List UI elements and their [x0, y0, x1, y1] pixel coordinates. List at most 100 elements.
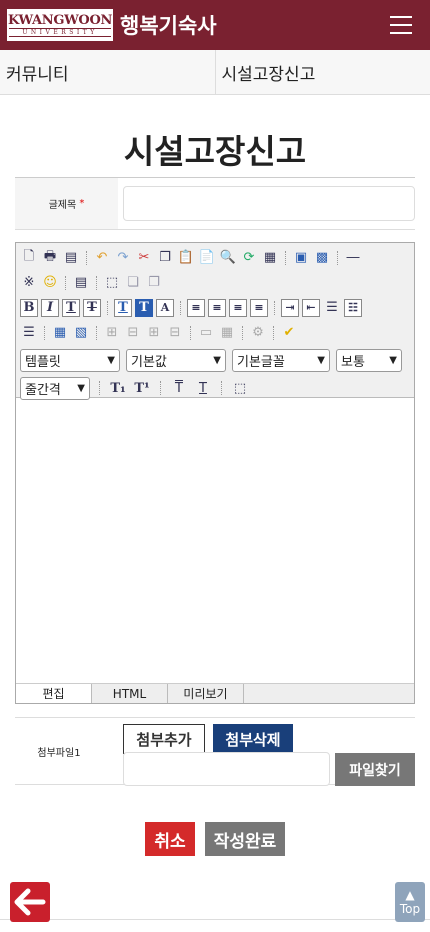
redo-icon[interactable]: ↷	[114, 249, 132, 267]
cell-split-icon[interactable]: ▦	[218, 324, 236, 342]
font-color-icon[interactable]: T	[114, 298, 132, 317]
replace-icon[interactable]: ⟳	[240, 249, 258, 267]
add-attachment-button[interactable]: 첨부추가	[123, 724, 205, 754]
nav-community[interactable]: 커뮤니티	[0, 50, 215, 94]
line-height-select[interactable]: 줄간격 ▼	[20, 376, 90, 400]
footer-divider	[0, 919, 430, 920]
table-insert-row-icon[interactable]: ⊞	[103, 324, 121, 342]
back-button[interactable]	[10, 882, 50, 922]
table-grid-icon[interactable]: ▩	[313, 249, 331, 267]
form-icon[interactable]: ▤	[72, 274, 90, 292]
top-label: Top	[399, 902, 421, 916]
horizontal-rule-icon[interactable]: ―	[344, 249, 362, 267]
hamburger-menu-icon[interactable]	[390, 16, 412, 34]
page-break-icon[interactable]: ▤	[62, 249, 80, 267]
unordered-list-icon[interactable]: ☰	[20, 324, 38, 342]
logo-subtext: UNIVERSITY	[9, 28, 111, 37]
indent-icon[interactable]: ⇥	[281, 298, 299, 317]
strikethrough-icon[interactable]: T	[83, 298, 101, 317]
submit-button[interactable]: 작성완료	[205, 822, 285, 856]
attachment-controls: 첨부추가 첨부삭제 파일찾기	[123, 718, 415, 786]
file-path-input[interactable]	[123, 752, 330, 786]
line-height-value: 줄간격	[25, 382, 61, 398]
default-style-select[interactable]: 기본값 ▼	[126, 348, 226, 372]
delete-attachment-button[interactable]: 첨부삭제	[213, 724, 293, 754]
chevron-down-icon: ▼	[77, 382, 85, 394]
arrow-left-icon	[14, 888, 46, 916]
spellcheck-icon[interactable]: ✔	[280, 324, 298, 342]
tab-preview[interactable]: 미리보기	[168, 684, 244, 703]
font-size-select[interactable]: 보통 ▼	[336, 348, 402, 372]
header: KWANGWOON UNIVERSITY 행복기숙사	[0, 0, 430, 50]
brand-title[interactable]: 행복기숙사	[120, 10, 217, 40]
title-input[interactable]	[123, 186, 415, 221]
cut-icon[interactable]: ✂	[135, 249, 153, 267]
fullscreen-icon[interactable]: ▣	[292, 249, 310, 267]
cell-properties-icon[interactable]: ⚙	[249, 324, 267, 342]
chevron-down-icon: ▼	[389, 354, 397, 366]
layer-group-icon[interactable]: ❐	[145, 274, 163, 292]
layer-icon[interactable]: ❏	[124, 274, 142, 292]
superscript-icon[interactable]: T¹	[133, 379, 151, 397]
outdent-icon[interactable]: ⇤	[302, 298, 320, 317]
template-select-value: 템플릿	[25, 354, 61, 370]
clear-format-icon[interactable]: A	[156, 298, 174, 317]
title-row: 글제목 *	[15, 178, 415, 230]
paste-icon[interactable]: 📋	[177, 249, 195, 267]
select-all-icon[interactable]: ▦	[261, 249, 279, 267]
background-color-icon[interactable]: T	[135, 298, 153, 317]
align-justify-icon[interactable]: ≡	[250, 298, 268, 317]
subscript-icon[interactable]: T₁	[109, 379, 127, 397]
align-center-icon[interactable]: ≡	[208, 298, 226, 317]
align-left-icon[interactable]: ≡	[187, 298, 205, 317]
ordered-list-icon[interactable]: ☷	[344, 298, 362, 317]
special-char-icon[interactable]: ※	[20, 274, 38, 292]
underline-alt-icon[interactable]: T	[194, 379, 212, 397]
tab-edit[interactable]: 편집	[16, 684, 92, 703]
paste-text-icon[interactable]: 📄	[198, 249, 216, 267]
title-label-text: 글제목	[48, 200, 77, 211]
page-title: 시설고장신고	[123, 132, 307, 171]
align-right-icon[interactable]: ≡	[229, 298, 247, 317]
font-family-value: 기본글꼴	[237, 354, 285, 370]
find-file-button[interactable]: 파일찾기	[335, 753, 415, 786]
breadcrumb-nav: 커뮤니티 시설고장신고	[0, 50, 430, 95]
logo-text: KWANGWOON	[7, 13, 113, 28]
chevron-down-icon: ▼	[317, 354, 325, 366]
rich-text-editor: 🗋 🖶 ▤ ↶ ↷ ✂ ❐ 📋 📄 🔍 ⟳ ▦ ▣ ▩ ― ※ ☺ ▤ ⬚ ❏ …	[15, 242, 415, 704]
print-icon[interactable]: 🖶	[41, 249, 59, 267]
cell-merge-icon[interactable]: ▭	[197, 324, 215, 342]
tab-html[interactable]: HTML	[92, 684, 168, 703]
underline-icon[interactable]: T	[62, 298, 80, 317]
table-edit-icon[interactable]: ▧	[72, 324, 90, 342]
editor-content-area[interactable]	[16, 398, 414, 683]
find-icon[interactable]: 🔍	[219, 249, 237, 267]
line-spacing-icon[interactable]: ☰	[323, 299, 341, 317]
overline-icon[interactable]: T	[170, 379, 188, 397]
bold-icon[interactable]: B	[20, 298, 38, 317]
chevron-down-icon: ▼	[213, 354, 221, 366]
editor-mode-tabs: 편집 HTML 미리보기	[16, 683, 414, 703]
table-delete-row-icon[interactable]: ⊟	[124, 324, 142, 342]
table-delete-col-icon[interactable]: ⊟	[166, 324, 184, 342]
font-family-select[interactable]: 기본글꼴 ▼	[232, 348, 330, 372]
kwangwoon-logo[interactable]: KWANGWOON UNIVERSITY	[6, 8, 114, 42]
table-insert-col-icon[interactable]: ⊞	[145, 324, 163, 342]
div-box-icon[interactable]: ⬚	[103, 274, 121, 292]
attachment-label: 첨부파일1	[15, 718, 103, 784]
copy-icon[interactable]: ❐	[156, 249, 174, 267]
emoticon-icon[interactable]: ☺	[41, 274, 59, 292]
template-select[interactable]: 템플릿 ▼	[20, 348, 120, 372]
scroll-top-button[interactable]: ▲ Top	[395, 882, 425, 922]
italic-icon[interactable]: I	[41, 298, 59, 317]
cancel-button[interactable]: 취소	[145, 822, 195, 856]
title-label: 글제목 *	[15, 178, 118, 229]
undo-icon[interactable]: ↶	[93, 249, 111, 267]
insert-table-icon[interactable]: ▦	[51, 324, 69, 342]
nav-facility-report[interactable]: 시설고장신고	[214, 50, 430, 94]
required-mark: *	[79, 198, 85, 209]
default-style-value: 기본값	[131, 354, 167, 370]
chevron-down-icon: ▼	[107, 354, 115, 366]
blockquote-icon[interactable]: ⬚	[231, 379, 249, 397]
new-document-icon[interactable]: 🗋	[20, 249, 38, 267]
